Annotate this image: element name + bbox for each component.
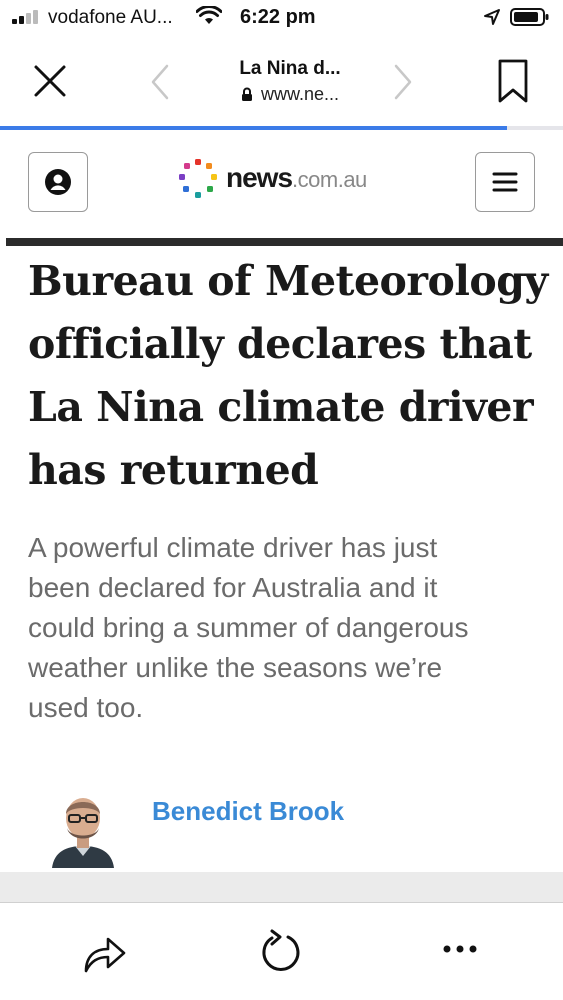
- cellular-signal-icon: [12, 10, 42, 24]
- account-button[interactable]: [28, 152, 88, 212]
- chevron-left-icon[interactable]: [145, 62, 175, 102]
- lock-icon: [241, 87, 252, 101]
- headline-line: officially declares that: [28, 320, 532, 368]
- author-avatar[interactable]: [48, 792, 118, 868]
- page-url[interactable]: www.ne...: [200, 84, 380, 105]
- wifi-icon: [196, 6, 222, 24]
- carrier-name: vodafone AU...: [48, 7, 173, 28]
- headline-line: has returned: [28, 446, 319, 494]
- account-icon: [45, 169, 71, 195]
- bookmark-icon[interactable]: [497, 58, 529, 104]
- logo-wordmark: news.com.au: [226, 162, 367, 194]
- status-bar: vodafone AU... 6:22 pm: [0, 0, 563, 36]
- standfirst-line: weather unlike the seasons we’re: [28, 652, 443, 683]
- news-logo[interactable]: news.com.au: [176, 158, 396, 206]
- article-headline: Bureau of Meteorology officially declare…: [28, 250, 548, 502]
- share-icon[interactable]: [80, 931, 128, 975]
- more-icon[interactable]: [440, 941, 480, 957]
- close-icon[interactable]: [30, 61, 70, 101]
- standfirst-line: been declared for Australia and it: [28, 572, 438, 603]
- chevron-right-icon[interactable]: [388, 62, 418, 102]
- logo-dots-icon: [179, 159, 217, 198]
- hamburger-menu-icon: [492, 172, 518, 192]
- menu-button[interactable]: [475, 152, 535, 212]
- battery-icon: [510, 8, 549, 26]
- url-text: www.ne...: [260, 84, 340, 104]
- header-divider: [6, 238, 563, 246]
- headline-line: La Nina climate driver: [28, 383, 534, 431]
- clock-time: 6:22 pm: [240, 6, 316, 28]
- browser-nav-bar: La Nina d... www.ne...: [0, 36, 563, 126]
- headline-line: Bureau of Meteorology: [28, 257, 548, 305]
- reload-icon[interactable]: [258, 929, 304, 975]
- logo-domain: .com.au: [292, 167, 367, 192]
- browser-bottom-toolbar: [0, 902, 563, 1000]
- page-title[interactable]: La Nina d...: [200, 58, 380, 80]
- author-name-link[interactable]: Benedict Brook: [152, 796, 344, 827]
- site-header: news.com.au: [0, 130, 563, 240]
- article-standfirst: A powerful climate driver has just been …: [28, 528, 548, 728]
- logo-word: news: [226, 162, 293, 193]
- standfirst-line: A powerful climate driver has just: [28, 532, 438, 563]
- standfirst-line: used too.: [28, 692, 144, 723]
- standfirst-line: could bring a summer of dangerous: [28, 612, 469, 643]
- location-arrow-icon: [484, 9, 500, 25]
- content-divider-band: [0, 872, 563, 902]
